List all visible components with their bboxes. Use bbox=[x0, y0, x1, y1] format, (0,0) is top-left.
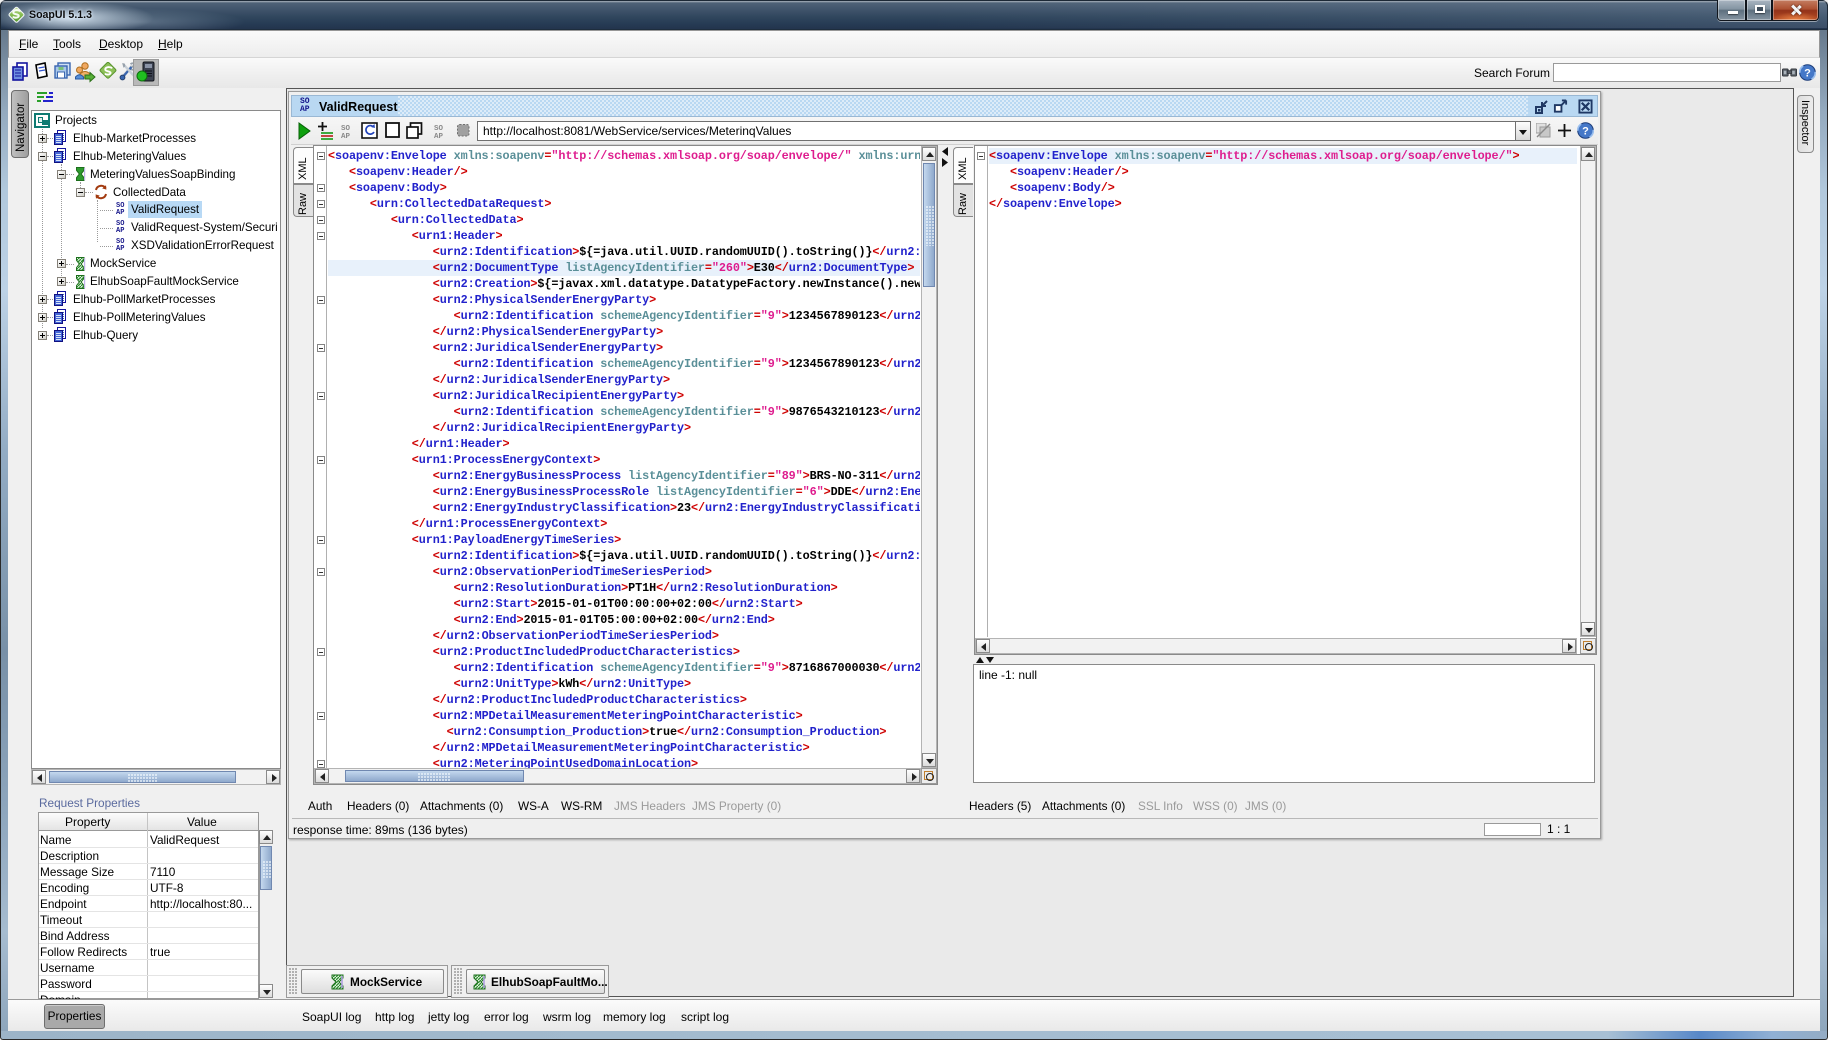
svg-text:?: ? bbox=[1582, 126, 1589, 138]
svg-text:SO: SO bbox=[434, 125, 444, 133]
svg-text:AP: AP bbox=[341, 133, 351, 140]
svg-text:SO: SO bbox=[341, 125, 351, 133]
svg-text:?: ? bbox=[1804, 68, 1811, 80]
svg-text:AP: AP bbox=[434, 133, 444, 140]
